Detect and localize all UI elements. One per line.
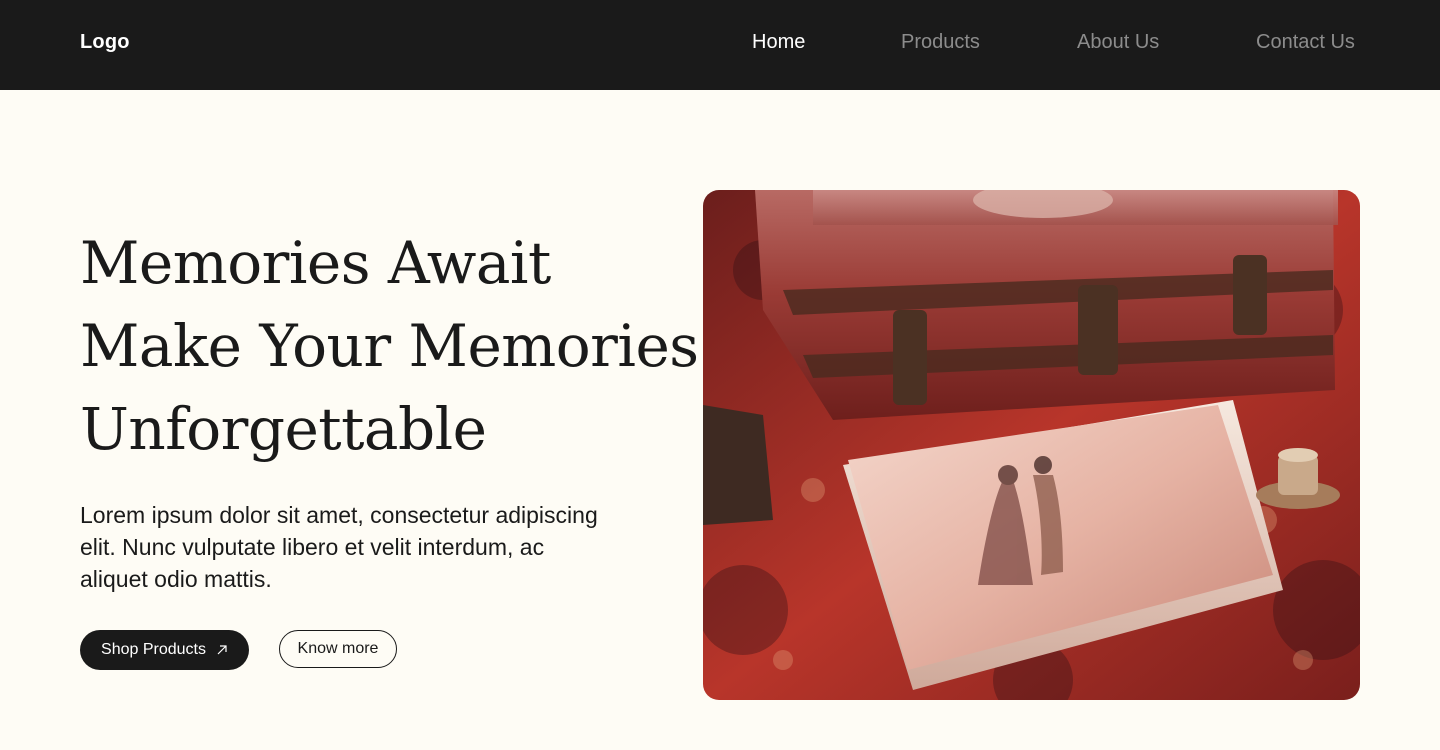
nav-links: Home Products About Us Contact Us [0, 31, 1440, 61]
navbar: Logo Home Products About Us Contact Us [0, 0, 1440, 90]
headline-line-2: Make Your Memories [80, 312, 699, 380]
hero-illustration [703, 190, 1360, 700]
shop-products-button[interactable]: Shop Products [80, 630, 249, 670]
nav-link-about-us[interactable]: About Us [1077, 31, 1159, 54]
nav-link-products[interactable]: Products [901, 31, 980, 54]
arrow-up-right-icon [217, 645, 227, 655]
shop-products-label: Shop Products [101, 641, 206, 658]
hero-description: Lorem ipsum dolor sit amet, consectetur … [80, 502, 598, 592]
know-more-button[interactable]: Know more [279, 630, 397, 668]
headline-line-3: Unforgettable [80, 395, 487, 463]
hero-image-photo-album-trunk [703, 190, 1360, 700]
nav-link-home[interactable]: Home [752, 31, 805, 54]
headline-line-1: Memories Await [80, 229, 551, 297]
nav-link-contact-us[interactable]: Contact Us [1256, 31, 1355, 54]
know-more-label: Know more [297, 640, 379, 657]
hero-headline: Memories Await Make Your Memories Unforg… [80, 222, 699, 471]
